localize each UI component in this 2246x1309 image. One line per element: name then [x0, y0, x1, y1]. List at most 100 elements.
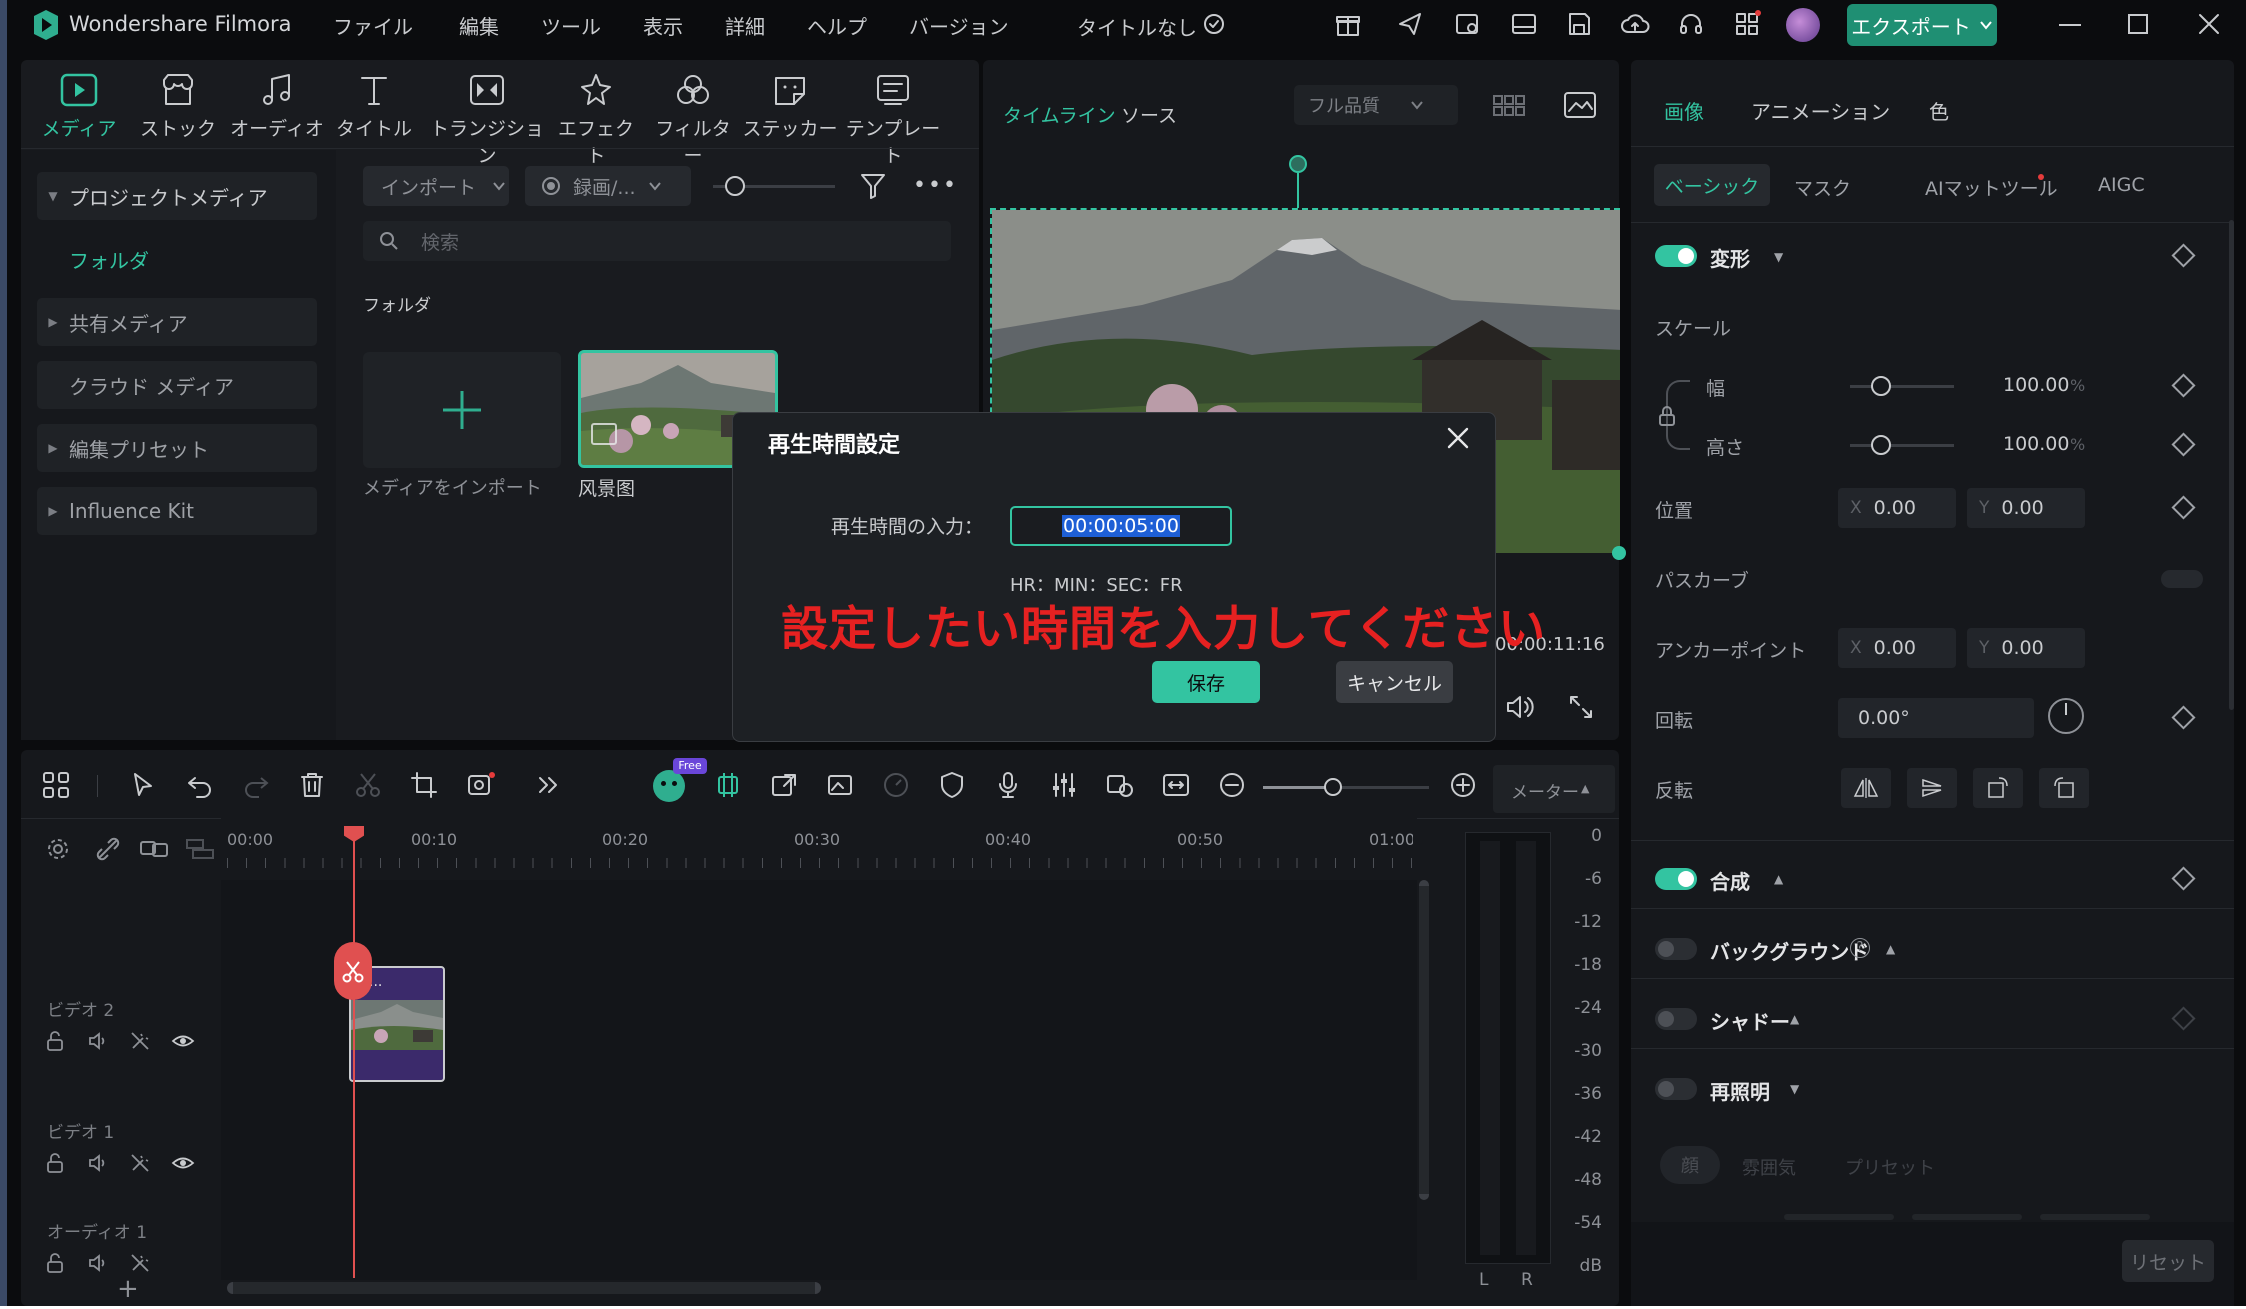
eye-icon[interactable] — [171, 1152, 195, 1174]
volume-icon[interactable] — [1504, 693, 1536, 725]
reset-button[interactable]: リセット — [2122, 1240, 2214, 1282]
user-avatar[interactable] — [1786, 8, 1820, 42]
add-track-icon[interactable]: + — [117, 1276, 139, 1302]
tab-timeline[interactable]: タイムライン — [1003, 101, 1116, 128]
minimize-icon[interactable] — [2059, 24, 2081, 26]
resize-handle[interactable] — [1612, 546, 1626, 560]
lock-icon[interactable] — [45, 1152, 67, 1174]
import-media-tile[interactable] — [363, 352, 561, 468]
import-dropdown[interactable]: インポート — [363, 166, 509, 206]
menu-help[interactable]: ヘルプ — [807, 11, 867, 40]
rotation-input[interactable]: 0.00° — [1838, 698, 2034, 738]
tab-stock[interactable]: ストック — [138, 72, 218, 141]
position-y-input[interactable]: Y 0.00 — [1967, 488, 2085, 528]
height-value[interactable]: 100.00 — [2003, 433, 2069, 455]
relight-toggle[interactable] — [1655, 1078, 1697, 1100]
composite-toggle[interactable] — [1655, 868, 1697, 890]
zoom-in-icon[interactable] — [1448, 770, 1478, 804]
position-x-input[interactable]: X 0.00 — [1838, 488, 1956, 528]
replace-clip-icon[interactable] — [1105, 770, 1135, 804]
cloud-upload-icon[interactable] — [1620, 10, 1650, 42]
apps-grid-icon[interactable] — [1733, 10, 1761, 42]
sidebar-item-shared-media[interactable]: ▶ 共有メディア — [37, 298, 317, 346]
magic-wand-off-icon[interactable] — [129, 1152, 151, 1174]
tab-effects[interactable]: エフェクト — [556, 72, 636, 168]
maximize-icon[interactable] — [2128, 14, 2148, 34]
track-manager-icon[interactable] — [185, 836, 215, 866]
help-icon[interactable]: ? — [1850, 938, 1870, 958]
export-button[interactable]: エクスポート — [1847, 4, 1997, 46]
quality-dropdown[interactable]: フル品質 — [1294, 85, 1458, 125]
duration-input[interactable]: 00:00:05:00 — [1010, 506, 1232, 546]
snapshot-icon[interactable] — [1563, 91, 1597, 123]
menu-tools[interactable]: ツール — [541, 11, 601, 40]
timeline-horizontal-scrollbar[interactable] — [227, 1282, 821, 1294]
tab-media[interactable]: メディア — [39, 72, 119, 141]
speed-icon[interactable] — [881, 770, 911, 804]
project-title[interactable]: タイトルなし — [1077, 12, 1197, 41]
subtab-basic[interactable]: ベーシック — [1654, 164, 1770, 206]
tab-color[interactable]: 色 — [1929, 96, 1949, 125]
save-button[interactable]: 保存 — [1152, 661, 1260, 703]
delete-icon[interactable] — [297, 770, 327, 804]
lock-icon[interactable] — [45, 1030, 67, 1052]
sidebar-item-project-media[interactable]: ▼ プロジェクトメディア — [37, 172, 317, 220]
width-slider-handle[interactable] — [1871, 376, 1891, 396]
thumbnail-size-slider-handle[interactable] — [725, 176, 745, 196]
expand-caret-icon[interactable]: ▲ — [1790, 1012, 1799, 1026]
subtab-mask[interactable]: マスク — [1794, 174, 1851, 201]
sidebar-item-cloud-media[interactable]: クラウド メディア — [37, 361, 317, 409]
sidebar-item-influence-kit[interactable]: ▶ Influence Kit — [37, 487, 317, 535]
menu-version[interactable]: バージョン — [909, 11, 1009, 40]
layout-icon[interactable] — [1510, 10, 1538, 42]
tab-audio[interactable]: オーディオ — [229, 72, 325, 141]
path-curve-toggle[interactable] — [2161, 570, 2203, 588]
close-window-icon[interactable] — [2197, 12, 2221, 40]
save-icon[interactable] — [1565, 10, 1593, 42]
timeline-vertical-scrollbar[interactable] — [1419, 880, 1429, 1200]
menu-advanced[interactable]: 詳細 — [725, 11, 765, 40]
record-dropdown[interactable]: 録画/... — [525, 166, 691, 206]
link-track-icon[interactable] — [139, 836, 169, 866]
width-value[interactable]: 100.00 — [2003, 374, 2069, 396]
redo-icon[interactable] — [241, 770, 271, 804]
height-slider[interactable] — [1850, 444, 1954, 447]
collapse-caret-icon[interactable]: ▼ — [1790, 1082, 1799, 1096]
crop-icon[interactable] — [409, 770, 439, 804]
flip-horizontal-button[interactable] — [1841, 768, 1891, 808]
eye-icon[interactable] — [171, 1030, 195, 1052]
tab-source[interactable]: ソース — [1121, 101, 1177, 128]
gift-icon[interactable] — [1334, 10, 1362, 42]
shield-icon[interactable] — [937, 770, 967, 804]
tab-filters[interactable]: フィルター — [646, 72, 740, 168]
rotate-handle[interactable] — [1289, 155, 1307, 173]
ai-tool-icon[interactable] — [465, 770, 497, 804]
menu-view[interactable]: 表示 — [643, 11, 683, 40]
more-options-icon[interactable]: ••• — [913, 175, 958, 197]
fit-timeline-icon[interactable] — [1161, 770, 1191, 804]
filter-funnel-icon[interactable] — [860, 172, 886, 204]
layout-grid-icon[interactable] — [41, 770, 71, 804]
split-clip-button[interactable] — [334, 942, 372, 1000]
dialog-close-icon[interactable] — [1445, 425, 1471, 455]
lock-icon[interactable] — [45, 1252, 67, 1274]
tab-templates[interactable]: テンプレート — [840, 72, 946, 168]
speaker-icon[interactable] — [87, 1030, 109, 1052]
property-scrollbar[interactable] — [2229, 220, 2234, 710]
undo-icon[interactable] — [185, 770, 215, 804]
speaker-icon[interactable] — [87, 1152, 109, 1174]
tab-image[interactable]: 画像 — [1664, 96, 1704, 125]
headset-icon[interactable] — [1677, 10, 1705, 42]
image-edit-icon[interactable] — [825, 770, 855, 804]
menu-file[interactable]: ファイル — [333, 11, 413, 40]
rotate-left-button[interactable] — [2039, 768, 2089, 808]
expand-caret-icon[interactable]: ▲ — [1774, 872, 1783, 886]
subtab-aigc[interactable]: AIGC — [2098, 174, 2145, 196]
tab-transitions[interactable]: トランジション — [422, 72, 552, 168]
rotation-dial[interactable] — [2048, 698, 2084, 734]
width-slider[interactable] — [1850, 385, 1954, 388]
lock-icon[interactable] — [1658, 405, 1676, 431]
tab-animation[interactable]: アニメーション — [1751, 96, 1890, 125]
anchor-x-input[interactable]: X 0.00 — [1838, 628, 1956, 668]
auto-beat-icon[interactable] — [713, 770, 743, 804]
